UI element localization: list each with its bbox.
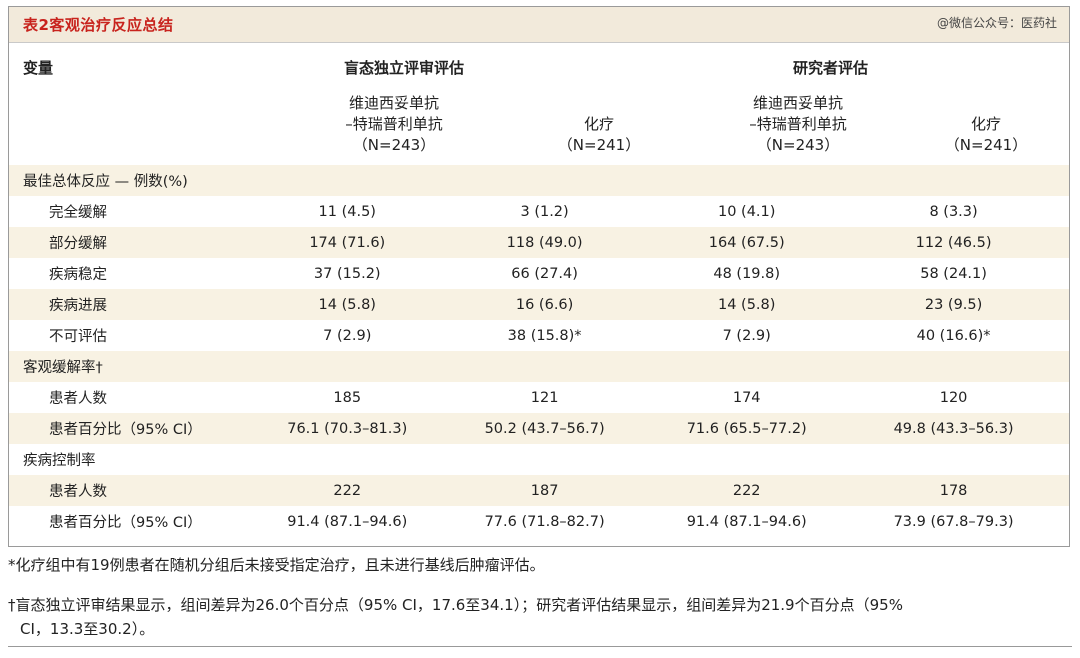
table-row: 不可评估 7 (2.9) 38 (15.8)* 7 (2.9) 40 (16.6)*: [9, 320, 1069, 351]
table-row: 患者人数 222 187 222 178: [9, 475, 1069, 506]
col-header-3-line1: 维迪西妥单抗: [752, 94, 843, 112]
cell-col2: 118 (49.0): [433, 227, 656, 258]
col-header-2-line2: （N=241）: [557, 136, 641, 154]
footnote-dagger-line2: CI，13.3至30.2）。: [20, 620, 155, 638]
group-header-bicr: 盲态独立评审评估: [344, 59, 465, 77]
cell-col4: [838, 165, 1069, 196]
row-label: 患者人数: [49, 391, 107, 407]
cell-col4: 40 (16.6)*: [916, 327, 991, 344]
row-label: 完全缓解: [49, 205, 107, 221]
cell-col3: 174: [732, 389, 761, 406]
col-header-4: 化疗 （N=241）: [926, 114, 1046, 156]
cell-col1: 11 (4.5): [318, 203, 376, 220]
row-label: 疾病控制率: [23, 453, 96, 469]
cell-col2: 16 (6.6): [433, 289, 656, 320]
col-header-4-line1: 化疗: [970, 115, 1001, 133]
table-frame: 表2客观治疗反应总结 @微信公众号：医药社 变量 盲态独立评审评估 研究者评估 …: [8, 6, 1070, 547]
table-row: 完全缓解 11 (4.5) 3 (1.2) 10 (4.1) 8 (3.3): [9, 196, 1069, 227]
cell-col2: 38 (15.8)*: [507, 327, 582, 344]
row-label: 部分缓解: [9, 227, 261, 258]
table-row: 患者人数 185 121 174 120: [9, 382, 1069, 413]
col-header-3: 维迪西妥单抗 –特瑞普利单抗 （N=243）: [723, 93, 873, 156]
cell-col4: 178: [838, 475, 1069, 506]
table-row: 患者百分比（95% CI） 91.4 (87.1–94.6) 77.6 (71.8–…: [9, 506, 1069, 537]
footnote-dagger: †盲态独立评审结果显示，组间差异为26.0个百分点（95% CI，17.6至34…: [8, 593, 1068, 641]
cell-col4: 120: [939, 389, 968, 406]
col-header-1-line3: （N=243）: [352, 136, 436, 154]
cell-col1: 91.4 (87.1–94.6): [287, 513, 408, 530]
table-title: 表2客观治疗反应总结: [23, 16, 174, 34]
cell-col1: [261, 444, 434, 475]
row-label: 患者百分比（95% CI）: [49, 515, 202, 531]
cell-col4: 23 (9.5): [838, 289, 1069, 320]
cell-col4: [838, 351, 1069, 382]
cell-col3: 14 (5.8): [655, 289, 839, 320]
cell-col2: 3 (1.2): [520, 203, 569, 220]
cell-col1: 185: [333, 389, 362, 406]
cell-col3: 222: [655, 475, 839, 506]
col-header-2-line1: 化疗: [583, 115, 614, 133]
table-row: 患者百分比（95% CI） 76.1 (70.3–81.3) 50.2 (43.7–…: [9, 413, 1069, 444]
cell-col2: [433, 165, 656, 196]
col-header-1-line2: –特瑞普利单抗: [345, 115, 443, 133]
cell-col3: 7 (2.9): [722, 327, 771, 344]
cell-col2: 50.2 (43.7–56.7): [433, 413, 656, 444]
cell-col1: 76.1 (70.3–81.3): [260, 413, 434, 444]
section-row: 客观缓解率†: [9, 351, 1069, 382]
cell-col2: 66 (27.4): [511, 265, 578, 282]
cell-col3: 164 (67.5): [655, 227, 839, 258]
row-label: 疾病进展: [9, 289, 261, 320]
cell-col1: [260, 351, 434, 382]
cell-col2: 121: [530, 389, 559, 406]
cell-col4: 58 (24.1): [920, 265, 987, 282]
watermark-text: @微信公众号：医药社: [936, 16, 1057, 30]
cell-col2: 187: [433, 475, 656, 506]
cell-col3: 91.4 (87.1–94.6): [686, 513, 807, 530]
cell-col1: 14 (5.8): [260, 289, 434, 320]
section-row: 最佳总体反应 — 例数(%): [9, 165, 1069, 196]
col-header-1: 维迪西妥单抗 –特瑞普利单抗 （N=243）: [319, 93, 469, 156]
cell-col3: 10 (4.1): [717, 203, 776, 220]
cell-col1: 174 (71.6): [260, 227, 434, 258]
footnote-dagger-line1: †盲态独立评审结果显示，组间差异为26.0个百分点（95% CI，17.6至34…: [8, 596, 903, 614]
cell-col3: [655, 351, 839, 382]
footnote-star: *化疗组中有19例患者在随机分组后未接受指定治疗，且未进行基线后肿瘤评估。: [8, 556, 545, 574]
row-label: 疾病稳定: [49, 267, 107, 283]
col-header-3-line3: （N=243）: [756, 136, 840, 154]
col-header-1-line1: 维迪西妥单抗: [348, 94, 439, 112]
cell-col4: [838, 444, 1069, 475]
cell-col1: 7 (2.9): [323, 327, 372, 344]
col-header-3-line2: –特瑞普利单抗: [749, 115, 847, 133]
results-table: 最佳总体反应 — 例数(%) 完全缓解 11 (4.5) 3 (1.2) 10 (4.1…: [9, 165, 1069, 537]
row-label: 客观缓解率†: [9, 351, 261, 382]
cell-col4: 49.8 (43.3–56.3): [838, 413, 1069, 444]
cell-col3: [655, 165, 839, 196]
cell-col4: 73.9 (67.8–79.3): [893, 513, 1014, 530]
bottom-rule: [8, 646, 1072, 647]
cell-col3: [655, 444, 838, 475]
row-label: 患者人数: [9, 475, 261, 506]
row-label: 患者百分比（95% CI）: [9, 413, 261, 444]
cell-col1: 222: [260, 475, 434, 506]
cell-col3: 48 (19.8): [713, 265, 781, 282]
col-header-2: 化疗 （N=241）: [539, 114, 659, 156]
cell-col4: 112 (46.5): [838, 227, 1069, 258]
variable-header: 变量: [23, 59, 54, 77]
row-label: 最佳总体反应 — 例数(%): [9, 165, 261, 196]
row-label: 不可评估: [49, 329, 107, 345]
cell-col2: [434, 444, 655, 475]
title-bar: 表2客观治疗反应总结 @微信公众号：医药社: [9, 7, 1069, 43]
cell-col1: 37 (15.2): [313, 265, 381, 282]
cell-col4: 8 (3.3): [929, 203, 978, 220]
group-header-investigator: 研究者评估: [793, 59, 869, 77]
section-row: 疾病控制率: [9, 444, 1069, 475]
cell-col1: [260, 165, 434, 196]
table-row: 疾病稳定 37 (15.2) 66 (27.4) 48 (19.8) 58 (24.1): [9, 258, 1069, 289]
table-row: 疾病进展 14 (5.8) 16 (6.6) 14 (5.8) 23 (9.5): [9, 289, 1069, 320]
table-row: 部分缓解 174 (71.6) 118 (49.0) 164 (67.5) 112 (4…: [9, 227, 1069, 258]
cell-col2: 77.6 (71.8–82.7): [484, 513, 605, 530]
cell-col2: [433, 351, 656, 382]
cell-col3: 71.6 (65.5–77.2): [655, 413, 839, 444]
col-header-4-line2: （N=241）: [944, 136, 1028, 154]
